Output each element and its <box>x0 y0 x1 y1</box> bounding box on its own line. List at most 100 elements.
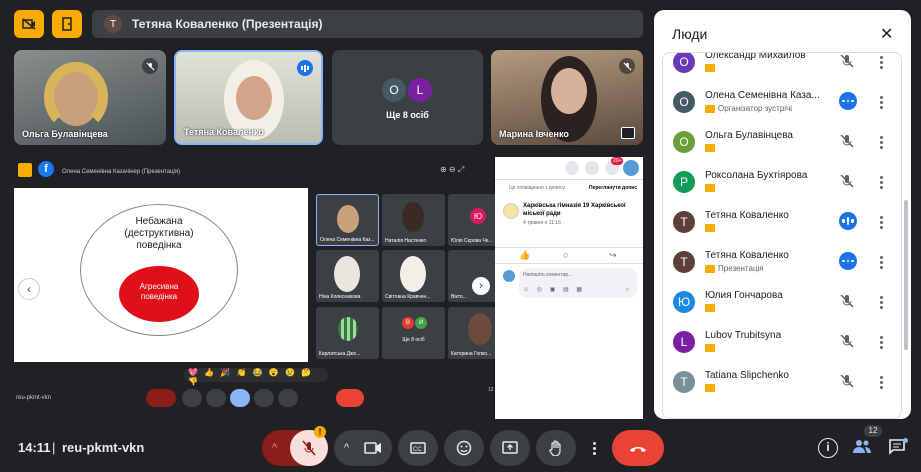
fb-view-post-link[interactable]: Переглянути допис <box>589 185 637 191</box>
avatar: O <box>673 53 695 73</box>
close-icon[interactable]: ✕ <box>880 24 893 44</box>
participant-row[interactable]: O Ольга Булавінцева <box>663 123 901 163</box>
avatar: O <box>673 131 695 153</box>
next-slide-button[interactable]: › <box>472 277 490 295</box>
present-screen-icon <box>502 441 518 454</box>
hair-shape <box>44 62 108 132</box>
fb-like-icon[interactable]: 👍 <box>519 250 530 261</box>
raise-hand-button[interactable] <box>536 430 576 466</box>
audio-level-icon <box>839 212 857 230</box>
presenter-badge-icon <box>705 184 715 192</box>
camera-off-indicator-button[interactable] <box>14 10 44 38</box>
mic-off-icon <box>142 58 158 74</box>
fb-comment-input[interactable]: Напишіть коментар... ☺ ◎ ▣ ▤ ▦ ➤ <box>519 268 637 298</box>
fb-send-icon[interactable]: ➤ <box>625 286 630 293</box>
fb-share-icon[interactable]: ↪ <box>609 250 617 261</box>
fb-menu-icon[interactable] <box>565 161 579 175</box>
fb-comment-placeholder: Напишіть коментар... <box>523 272 573 278</box>
participant-tile-active-speaker[interactable]: Тетяна Коваленко <box>174 50 323 145</box>
more-vert-icon <box>592 441 596 455</box>
others-count-label: Ще 8 осіб <box>386 110 429 120</box>
participant-row[interactable]: T Тетяна Коваленко <box>663 203 901 243</box>
scrollbar[interactable] <box>904 200 908 350</box>
more-vert-icon[interactable] <box>875 333 887 351</box>
inner-cc-button <box>206 389 226 407</box>
more-vert-icon[interactable] <box>875 253 887 271</box>
inner-hand-button <box>278 389 298 407</box>
more-vert-icon[interactable] <box>875 133 887 151</box>
participant-row[interactable]: P Роксолана Бухтіярова <box>663 163 901 203</box>
presenter-badge-icon <box>705 344 715 352</box>
participant-role <box>705 384 718 392</box>
inner-presentation-title: Олена Семенівна Казачінер (Презентація) <box>62 169 181 175</box>
chat-button[interactable] <box>888 438 908 458</box>
captions-button[interactable]: CC <box>398 430 438 466</box>
participant-name: Тетяна Коваленко <box>705 250 789 261</box>
people-panel: Люди ✕ O Олександр Михайлов O Олена Семе… <box>654 10 911 419</box>
camera-button[interactable]: ^ <box>334 430 392 466</box>
participant-row[interactable]: T Тетяна Коваленко Презентація <box>663 243 901 283</box>
participant-row[interactable]: Ю Юлия Гончарова <box>663 283 901 323</box>
chevron-up-icon[interactable]: ^ <box>344 442 349 454</box>
more-vert-icon[interactable] <box>875 93 887 111</box>
avatar: L <box>408 78 432 102</box>
slide-outer-text: Небажана (деструктивна) поведінка <box>124 216 194 251</box>
others-tile[interactable]: O L Ще 8 осіб <box>332 50 483 145</box>
present-button[interactable] <box>490 430 530 466</box>
avatar: T <box>673 371 695 393</box>
facebook-panel: 20+ Це сповіщення з допису. Переглянути … <box>495 157 643 419</box>
inner-camera-icon <box>18 163 32 177</box>
inner-people-badge: 12 <box>488 387 494 393</box>
tile-name: Ольга Булавінцева <box>22 129 108 139</box>
mic-button[interactable]: ^ ! <box>262 426 328 466</box>
mic-off-icon <box>840 174 854 188</box>
presenter-badge-icon <box>705 384 715 392</box>
emoji-button[interactable] <box>444 430 484 466</box>
participant-row[interactable]: O Олена Семенівна Каза... Організатор зу… <box>663 83 901 123</box>
zoom-controls-icon[interactable]: ⊕ ⊖ ⤢ <box>440 165 464 175</box>
participant-row[interactable]: T Tatiana Slipchenko <box>663 363 901 403</box>
presenter-avatar: T <box>104 15 122 33</box>
fb-page-name[interactable]: Харківська гімназія 19 Харківської міськ… <box>523 202 639 218</box>
emoji-icon <box>456 440 472 456</box>
door-exit-button[interactable] <box>52 10 82 38</box>
people-button[interactable] <box>852 438 874 458</box>
fb-comment-icon[interactable]: ○ <box>563 250 568 260</box>
participant-row[interactable]: L Lubov Trubitsyna <box>663 323 901 363</box>
fb-comment-tools-icon: ☺ ◎ ▣ ▤ ▦ <box>523 287 586 293</box>
participant-role: Організатор зустрічі <box>705 104 792 113</box>
inner-end-call-button <box>336 389 364 407</box>
phone-hangup-icon <box>630 447 646 452</box>
more-options-button[interactable] <box>582 430 606 466</box>
more-vert-icon[interactable] <box>875 373 887 391</box>
more-vert-icon[interactable] <box>875 53 887 71</box>
camera-off-icon <box>22 18 36 30</box>
avatar: Ю <box>673 291 695 313</box>
info-icon[interactable]: i <box>818 438 838 458</box>
mic-off-icon <box>840 134 854 148</box>
avatar: P <box>673 171 695 193</box>
fb-profile-avatar[interactable] <box>623 160 639 176</box>
more-vert-icon[interactable] <box>875 173 887 191</box>
participant-tile[interactable]: Марина Івченко <box>491 50 643 145</box>
chevron-up-icon[interactable]: ^ <box>272 442 277 454</box>
participant-row[interactable]: O Олександр Михайлов <box>663 53 901 83</box>
reactions-bar[interactable]: 💖 👍 🎉 👏 😂 😮 😢 🤔 👎 <box>184 368 328 386</box>
presentation-bar[interactable]: T Тетяна Коваленко (Презентація) <box>92 10 643 38</box>
pip-icon <box>621 127 635 139</box>
more-vert-icon[interactable] <box>875 213 887 231</box>
shared-screen[interactable]: f Олена Семенівна Казачінер (Презентація… <box>14 157 643 419</box>
chat-unread-dot <box>903 438 908 443</box>
audio-level-icon <box>297 60 313 76</box>
prev-slide-button[interactable]: ‹ <box>18 278 40 300</box>
participant-tile[interactable]: Ольга Булавінцева <box>14 50 166 145</box>
participant-role <box>705 224 718 232</box>
mic-off-icon <box>619 58 635 74</box>
fb-notif-count: 20+ <box>611 157 624 165</box>
end-call-button[interactable] <box>612 430 664 466</box>
participant-role <box>705 344 718 352</box>
fb-messenger-icon[interactable] <box>585 161 599 175</box>
separator: | <box>52 440 56 455</box>
tile-name: Тетяна Коваленко <box>184 127 264 137</box>
more-vert-icon[interactable] <box>875 293 887 311</box>
